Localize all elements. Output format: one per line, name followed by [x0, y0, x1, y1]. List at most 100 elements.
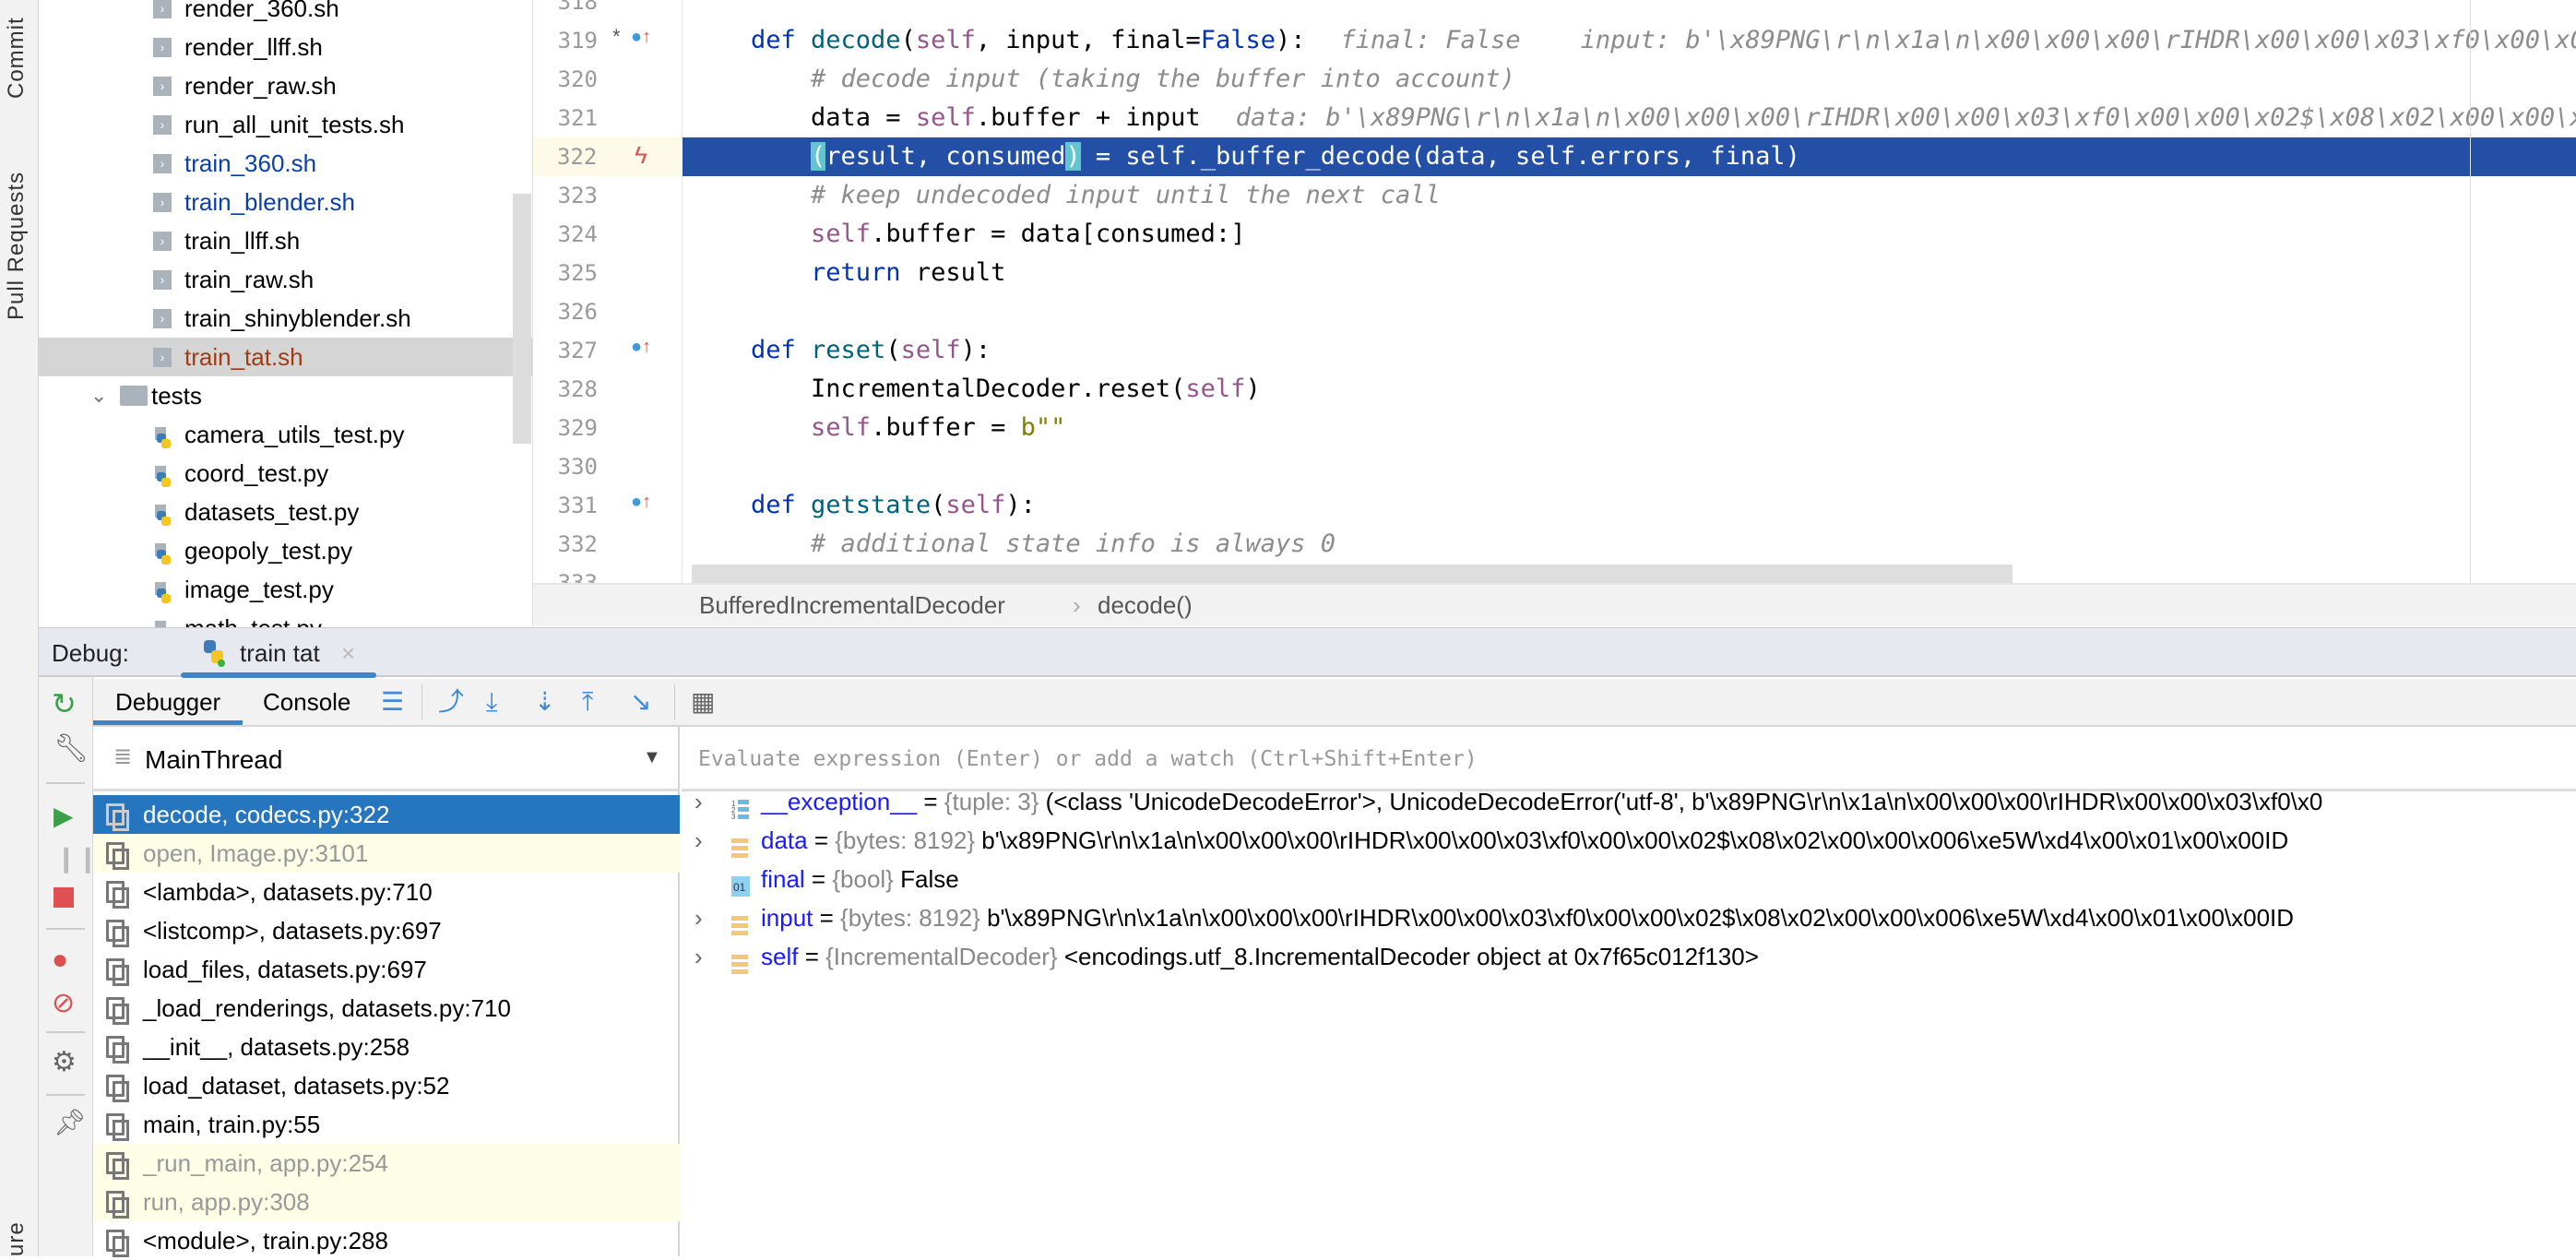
tree-item[interactable]: › run_all_unit_tests.sh	[39, 105, 532, 144]
stack-frame[interactable]: <lambda>, datasets.py:710	[93, 873, 680, 911]
tree-item[interactable]: › render_raw.sh	[39, 66, 532, 105]
line-number[interactable]: 323	[533, 176, 598, 215]
rerun-icon[interactable]: ↻	[52, 686, 77, 721]
code-line[interactable]: IncrementalDecoder.reset(self)	[683, 370, 2576, 409]
line-number[interactable]: 325	[533, 254, 598, 292]
code-line[interactable]	[683, 447, 2576, 486]
settings-icon[interactable]: ⚙	[52, 1046, 77, 1078]
line-number[interactable]: 319	[533, 21, 598, 60]
mute-breakpoints-icon[interactable]: ⊘	[52, 987, 75, 1019]
stack-frame[interactable]: main, train.py:55	[93, 1105, 680, 1144]
tree-item[interactable]: › train_raw.sh	[39, 260, 532, 299]
code-line[interactable]: def getstate(self):	[683, 486, 2576, 525]
code-line[interactable]	[683, 292, 2576, 331]
tree-item[interactable]: › render_360.sh	[39, 0, 532, 28]
overrides-method-icon[interactable]: ●↑	[631, 492, 651, 513]
view-breakpoints-icon[interactable]: ●	[52, 945, 68, 976]
stack-frame[interactable]: decode, codecs.py:322	[93, 795, 680, 834]
commit-tool-tab[interactable]: Commit	[4, 17, 30, 99]
stack-frame[interactable]: load_dataset, datasets.py:52	[93, 1066, 680, 1105]
editor-horizontal-scrollbar[interactable]	[692, 565, 2012, 583]
stack-frame[interactable]: __init__, datasets.py:258	[93, 1028, 680, 1066]
code-line[interactable]: # additional state info is always 0	[683, 525, 2576, 564]
run-to-cursor-icon[interactable]: ↘	[630, 686, 651, 718]
close-tab-icon[interactable]: ×	[341, 639, 355, 668]
tree-item[interactable]: › train_shinyblender.sh	[39, 299, 532, 338]
overrides-method-icon[interactable]: ●↑	[631, 337, 651, 358]
session-tab-train-tat[interactable]: train tat ×	[159, 628, 376, 678]
exception-breakpoint-icon[interactable]: ϟ	[635, 141, 647, 170]
line-number[interactable]: 328	[533, 370, 598, 409]
tree-item[interactable]: image_test.py	[39, 570, 532, 609]
stack-frame[interactable]: <listcomp>, datasets.py:697	[93, 911, 680, 950]
line-number[interactable]: 318	[533, 0, 598, 21]
tab-console[interactable]: Console	[248, 679, 359, 725]
step-out-icon[interactable]: ⤒	[582, 686, 593, 718]
line-number[interactable]: 329	[533, 409, 598, 447]
chevron-right-icon[interactable]: ›	[694, 898, 703, 937]
tree-item[interactable]: › train_blender.sh	[39, 183, 532, 221]
python-file-icon	[153, 461, 173, 487]
breadcrumb-class[interactable]: BufferedIncrementalDecoder	[699, 585, 1005, 625]
code-line[interactable]: data = self.buffer + input data: b'\x89PN…	[683, 99, 2576, 137]
code-line[interactable]	[683, 0, 2576, 21]
tree-item[interactable]: › train_tat.sh	[39, 338, 532, 376]
code-line[interactable]: self.buffer = b""	[683, 409, 2576, 447]
line-number[interactable]: 331	[533, 486, 598, 525]
line-number[interactable]: 322	[533, 137, 683, 176]
code-line[interactable]: (result, consumed) = self._buffer_decode…	[683, 137, 2576, 176]
tree-item[interactable]: › train_llff.sh	[39, 221, 532, 260]
step-over-icon[interactable]: ⤓	[486, 686, 497, 718]
tree-item[interactable]: geopoly_test.py	[39, 531, 532, 570]
code-line[interactable]: def decode(self, input, final=False): fin…	[683, 21, 2576, 60]
breadcrumb-method[interactable]: decode()	[1098, 585, 1193, 625]
overrides-method-icon[interactable]: ●↑	[631, 27, 651, 48]
line-number[interactable]: 330	[533, 447, 598, 486]
tab-debugger[interactable]: Debugger	[93, 679, 243, 725]
stack-frame[interactable]: open, Image.py:3101	[93, 834, 680, 873]
code-line[interactable]: # decode input (taking the buffer into a…	[683, 60, 2576, 99]
tree-item[interactable]: camera_utils_test.py	[39, 415, 532, 454]
tree-item[interactable]: coord_test.py	[39, 454, 532, 493]
step-into-my-code-icon[interactable]: ⇣	[534, 686, 555, 718]
code-line[interactable]: self.buffer = data[consumed:]	[683, 215, 2576, 254]
tree-item[interactable]: datasets_test.py	[39, 493, 532, 531]
chevron-right-icon[interactable]: ›	[694, 782, 703, 821]
show-execution-point-icon[interactable]: ⤴	[438, 686, 464, 718]
chevron-down-icon[interactable]: ⌄	[90, 376, 107, 415]
thread-selector[interactable]: ≣ MainThread ▼	[93, 727, 678, 791]
pin-icon[interactable]: 📌︎	[53, 1107, 87, 1137]
tree-item[interactable]: math_test.py	[39, 609, 532, 627]
wrench-icon[interactable]: 🔧︎	[53, 732, 89, 765]
line-number[interactable]: 321	[533, 99, 598, 137]
stack-frame[interactable]: load_files, datasets.py:697	[93, 950, 680, 989]
line-number[interactable]: 326	[533, 292, 598, 331]
layout-menu-icon[interactable]: ☰	[381, 686, 404, 718]
stop-icon[interactable]	[53, 887, 74, 908]
structure-tool-tab[interactable]: ure	[4, 1221, 30, 1256]
chevron-right-icon[interactable]: ›	[694, 937, 703, 976]
resume-icon[interactable]: ▶	[53, 801, 74, 831]
tree-item[interactable]: › render_llff.sh	[39, 28, 532, 66]
frame-icon	[106, 1152, 129, 1180]
code-line[interactable]: def reset(self):	[683, 331, 2576, 370]
line-number[interactable]: 327	[533, 331, 598, 370]
code-line[interactable]: # keep undecoded input until the next ca…	[683, 176, 2576, 215]
line-number[interactable]: 332	[533, 525, 598, 564]
project-tree-scrollbar[interactable]	[513, 194, 531, 444]
stack-frame[interactable]: _load_renderings, datasets.py:710	[93, 989, 680, 1028]
line-number[interactable]: 324	[533, 215, 598, 254]
evaluate-expression-icon[interactable]: ▦	[691, 686, 715, 718]
stack-frame[interactable]: _run_main, app.py:254	[93, 1144, 680, 1183]
code-line[interactable]: return result	[683, 254, 2576, 292]
stack-frame[interactable]: run, app.py:308	[93, 1183, 680, 1221]
stack-frame[interactable]: <module>, train.py:288	[93, 1221, 680, 1260]
pull-requests-tool-tab[interactable]: Pull Requests	[4, 172, 30, 320]
chevron-right-icon[interactable]: ›	[694, 821, 703, 860]
line-number[interactable]: 320	[533, 60, 598, 99]
tree-item[interactable]: › train_360.sh	[39, 144, 532, 183]
pause-icon[interactable]: ❙❙	[55, 843, 99, 874]
tree-item[interactable]: ⌄ tests	[39, 376, 532, 415]
code-editor[interactable]: def decode(self, input, final=False): fin…	[683, 0, 2576, 583]
